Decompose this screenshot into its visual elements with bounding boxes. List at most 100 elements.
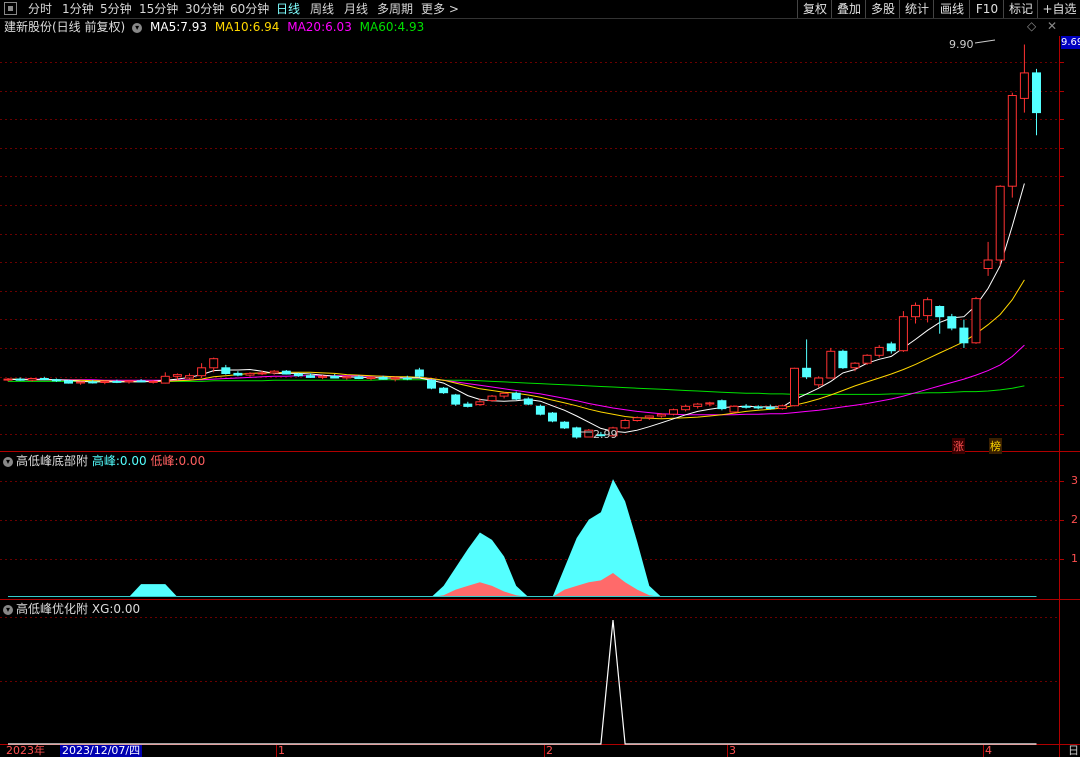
candle-body bbox=[414, 369, 424, 377]
candle-body bbox=[439, 387, 449, 394]
candle-body bbox=[209, 358, 219, 369]
candle-body bbox=[451, 394, 461, 405]
candle-body bbox=[620, 420, 630, 429]
candle-body bbox=[269, 370, 279, 374]
candle-body bbox=[233, 372, 243, 376]
candle-body bbox=[1032, 72, 1041, 114]
candle-body bbox=[318, 375, 328, 378]
candle-body bbox=[632, 417, 642, 422]
candle-body bbox=[1007, 95, 1017, 187]
last-price-marker: 9.69 bbox=[1061, 36, 1080, 49]
candle-body bbox=[257, 372, 267, 375]
date-axis: 2023年 2023/12/07/四 1 2 3 4 日 bbox=[0, 745, 1080, 757]
xg-line bbox=[8, 619, 1037, 745]
candle-body bbox=[148, 380, 158, 383]
candle-body bbox=[584, 429, 594, 438]
month-4: 4 bbox=[985, 744, 992, 757]
candle-body bbox=[826, 350, 836, 379]
high-arrow bbox=[974, 39, 996, 44]
candle-body bbox=[983, 259, 993, 269]
candle-body bbox=[681, 405, 691, 411]
ind1-axis-3: 3 bbox=[1071, 474, 1078, 487]
month-3: 3 bbox=[729, 744, 736, 757]
candle-body bbox=[572, 427, 582, 438]
candle-body bbox=[511, 392, 521, 400]
candle-body bbox=[160, 375, 170, 384]
candle-body bbox=[535, 405, 545, 415]
candle-body bbox=[693, 403, 703, 407]
candle-body bbox=[523, 398, 533, 405]
candle-body bbox=[427, 379, 436, 389]
candle-body bbox=[560, 421, 570, 429]
candle-body bbox=[330, 375, 340, 379]
candle-body bbox=[378, 376, 388, 380]
candle-body bbox=[753, 406, 763, 409]
candle-body bbox=[281, 370, 291, 375]
candle-body bbox=[959, 327, 969, 344]
zhang-tag[interactable]: 涨 bbox=[952, 438, 965, 454]
gaofeng-area bbox=[8, 479, 1037, 597]
candle-body bbox=[185, 375, 194, 379]
candle-body bbox=[112, 380, 122, 383]
candle-body bbox=[27, 378, 37, 381]
candle-body bbox=[669, 409, 678, 415]
candle-body bbox=[475, 401, 485, 406]
candle-body bbox=[499, 392, 509, 397]
candle-body bbox=[947, 316, 957, 329]
low-price-label: 2.99 bbox=[593, 428, 618, 441]
candle-body bbox=[874, 346, 884, 356]
candle-body bbox=[911, 304, 920, 318]
candle-body bbox=[172, 374, 182, 377]
candle-body bbox=[100, 380, 110, 383]
candle-body bbox=[487, 395, 497, 402]
candle-body bbox=[342, 376, 352, 379]
candle-body bbox=[971, 298, 981, 344]
candle-body bbox=[197, 367, 207, 377]
candle-body bbox=[729, 405, 739, 413]
candle-body bbox=[390, 377, 400, 380]
gaofeng-early-area bbox=[8, 584, 190, 597]
candle-body bbox=[245, 372, 255, 376]
candle-body bbox=[463, 403, 473, 407]
candle-body bbox=[39, 378, 49, 381]
candle-body bbox=[221, 367, 231, 374]
candle-body bbox=[850, 362, 860, 369]
candle-body bbox=[898, 316, 908, 352]
candle-body bbox=[354, 376, 364, 379]
candle-body bbox=[777, 405, 787, 410]
candle-body bbox=[76, 381, 86, 384]
candle-body bbox=[862, 354, 872, 364]
candle-body bbox=[935, 306, 945, 318]
candle-body bbox=[765, 407, 775, 410]
ind1-axis-1: 1 bbox=[1071, 552, 1078, 565]
candle-body bbox=[717, 400, 727, 410]
candle-body bbox=[656, 413, 666, 417]
candle-body bbox=[790, 367, 799, 407]
candle-body bbox=[64, 380, 73, 384]
candle-body bbox=[136, 380, 146, 383]
year-label: 2023年 bbox=[6, 744, 45, 757]
candle-body bbox=[802, 367, 812, 378]
candle-body bbox=[293, 373, 303, 377]
candle-body bbox=[402, 377, 412, 380]
month-1: 1 bbox=[278, 744, 285, 757]
ind1-axis-2: 2 bbox=[1071, 513, 1078, 526]
candle-body bbox=[995, 185, 1005, 261]
candle-body bbox=[88, 381, 98, 384]
candle-body bbox=[923, 299, 933, 317]
cursor-date: 2023/12/07/四 bbox=[60, 744, 143, 757]
month-2: 2 bbox=[546, 744, 553, 757]
candle-body bbox=[15, 378, 25, 381]
bang-tag[interactable]: 榜 bbox=[989, 438, 1002, 454]
candle-body bbox=[548, 412, 557, 422]
candle-body bbox=[838, 350, 848, 369]
candle-body bbox=[886, 343, 896, 352]
high-price-label: 9.90 bbox=[949, 38, 974, 51]
candle-body bbox=[51, 379, 61, 382]
candle-body bbox=[705, 402, 715, 405]
candle-body bbox=[741, 405, 751, 408]
kline-chart[interactable] bbox=[0, 0, 1080, 757]
candle-body bbox=[814, 377, 824, 386]
candle-body bbox=[306, 375, 315, 378]
period-right-label: 日 bbox=[1068, 744, 1079, 757]
